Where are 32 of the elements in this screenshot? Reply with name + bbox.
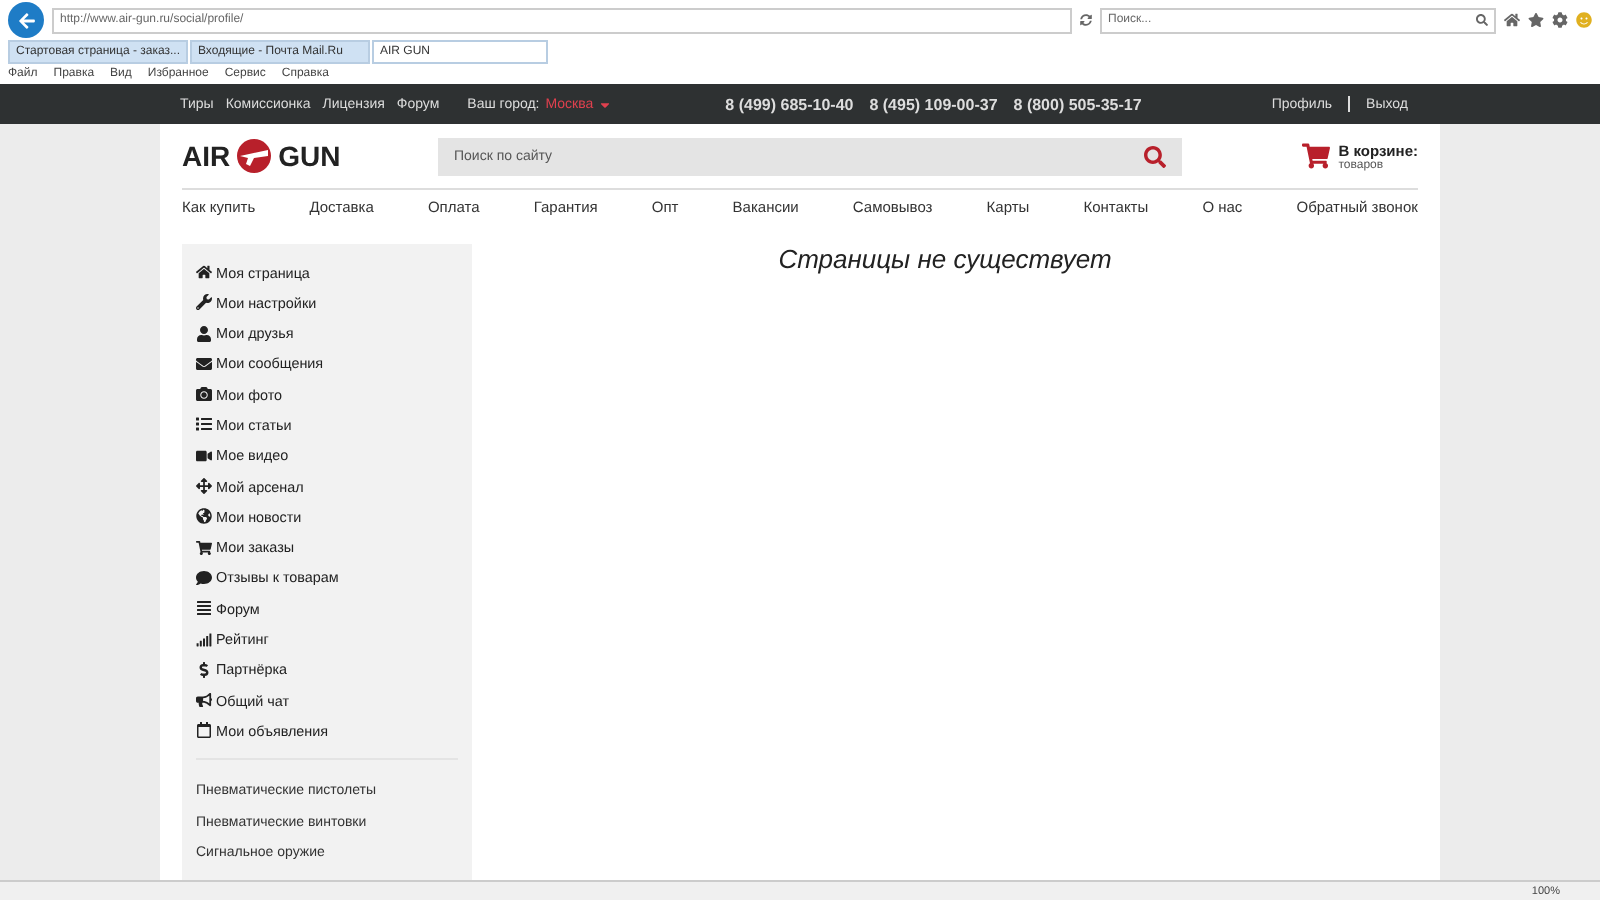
cart-icon[interactable] [1302,142,1331,171]
dollar-icon [196,661,212,678]
list-icon [196,416,212,433]
cart-icon [196,539,212,556]
favorites-icon[interactable] [1528,12,1544,28]
envelope-icon [196,355,212,372]
logo-emblem-icon [236,138,273,175]
phone-number[interactable]: 8 (800) 505-35-17 [1013,95,1142,113]
camera-icon [196,386,212,403]
caret-icon [597,97,612,111]
back-button[interactable] [8,2,44,38]
logo[interactable]: AIR GUN [182,138,438,175]
phone-number[interactable]: 8 (495) 109-00-37 [869,95,998,113]
search-icon [1144,145,1166,168]
wrench-icon [196,294,212,311]
lines-icon [196,600,212,617]
settings-icon[interactable] [1552,12,1568,28]
phone-number[interactable]: 8 (499) 685-10-40 [725,95,854,113]
megaphone-icon [196,692,212,709]
home-icon[interactable] [1504,12,1520,28]
four-arrows-icon [196,478,212,495]
home-icon [196,264,212,280]
video-camera-icon [196,447,212,464]
globe-icon [196,508,212,525]
user-icon [196,325,212,342]
arrow-left-icon [17,11,35,29]
calendar-icon [196,722,212,739]
speech-bubble-icon [196,569,212,586]
bar-chart-icon [196,631,212,648]
error-message: Страницы не существует [776,244,1114,279]
search-icon[interactable] [1476,14,1488,26]
refresh-icon[interactable] [1080,14,1092,26]
